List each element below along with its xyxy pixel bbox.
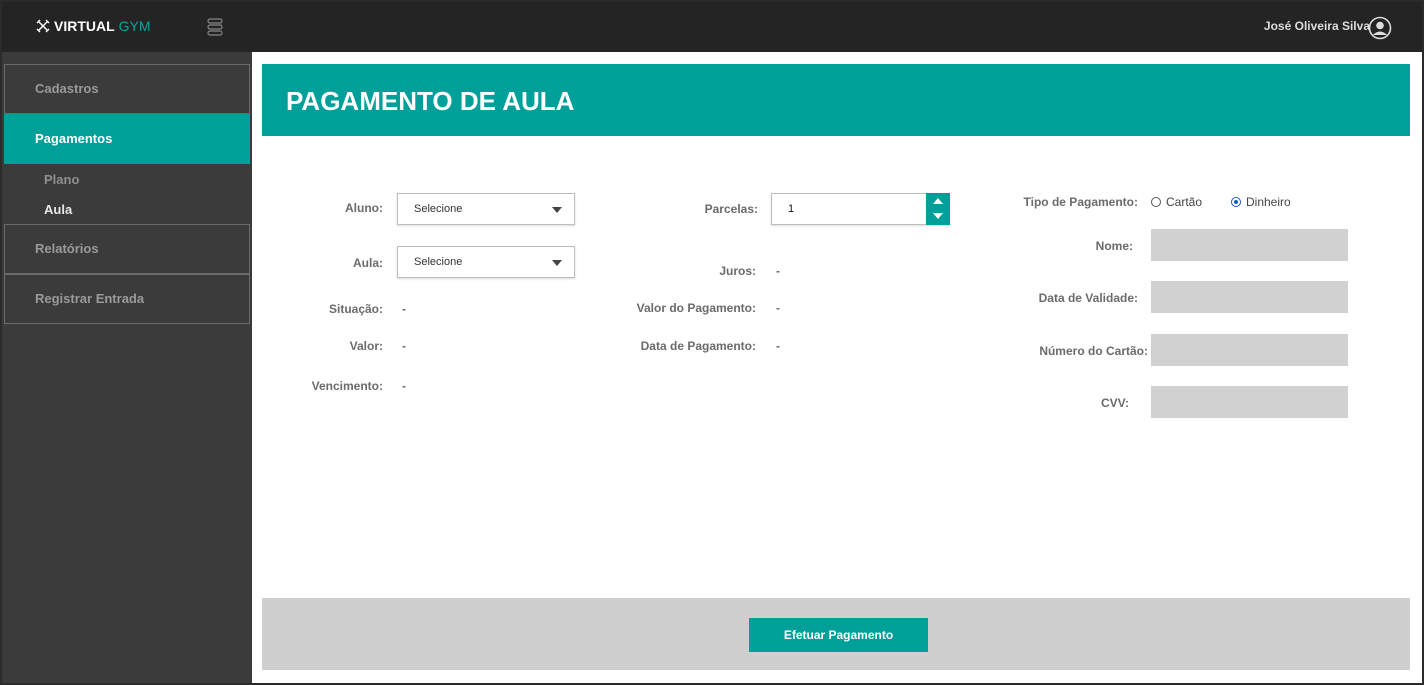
parcelas-stepper[interactable] — [926, 193, 950, 225]
dumbbell-logo-icon — [36, 19, 50, 33]
aluno-select-value: Selecione — [414, 203, 463, 215]
aula-select-value: Selecione — [414, 256, 463, 268]
cvv-input[interactable] — [1151, 386, 1348, 418]
efetuar-pagamento-button[interactable]: Efetuar Pagamento — [749, 618, 928, 652]
juros-label: Juros: — [719, 264, 756, 278]
radio-checked-icon[interactable] — [1231, 197, 1241, 207]
sidebar: Cadastros Pagamentos Plano Aula Relatóri… — [2, 52, 252, 683]
chevron-down-icon — [552, 260, 562, 266]
valor-pagamento-value: - — [776, 301, 780, 315]
radio-cartao-label[interactable]: Cartão — [1166, 195, 1202, 209]
vencimento-value: - — [402, 379, 406, 393]
decrement-arrow-icon[interactable] — [933, 213, 943, 219]
aluno-label: Aluno: — [345, 201, 383, 215]
user-avatar-icon[interactable] — [1368, 16, 1392, 40]
valor-value: - — [402, 339, 406, 353]
situacao-value: - — [402, 302, 406, 316]
valor-label: Valor: — [349, 339, 383, 353]
numero-cartao-input[interactable] — [1151, 334, 1348, 366]
aluno-select[interactable]: Selecione — [397, 193, 575, 225]
data-pagamento-label: Data de Pagamento: — [640, 339, 756, 353]
data-validade-label: Data de Validade: — [1038, 291, 1138, 305]
sidebar-item-registrar-entrada[interactable]: Registrar Entrada — [4, 274, 250, 324]
data-validade-input[interactable] — [1151, 281, 1348, 313]
radio-cartao[interactable]: Cartão — [1151, 195, 1202, 209]
vencimento-label: Vencimento: — [311, 379, 383, 393]
sidebar-subitem-plano[interactable]: Plano — [44, 172, 79, 187]
data-pagamento-value: - — [776, 339, 780, 353]
parcelas-input[interactable]: 1 — [771, 193, 950, 225]
increment-arrow-icon[interactable] — [933, 198, 943, 204]
radio-dinheiro[interactable]: Dinheiro — [1231, 195, 1291, 209]
sidebar-item-cadastros[interactable]: Cadastros — [4, 64, 250, 114]
valor-pagamento-label: Valor do Pagamento: — [636, 301, 756, 315]
page-title: PAGAMENTO DE AULA — [286, 86, 575, 116]
parcelas-label: Parcelas: — [704, 202, 758, 216]
page-header: PAGAMENTO DE AULA — [262, 64, 1410, 136]
sidebar-item-relatorios[interactable]: Relatórios — [4, 224, 250, 274]
user-name[interactable]: José Oliveira Silva — [1264, 19, 1370, 33]
logo-text-virtual: VIRTUAL — [54, 18, 115, 34]
app-logo[interactable]: VIRTUAL GYM — [36, 18, 151, 34]
chevron-down-icon — [552, 207, 562, 213]
radio-dinheiro-label[interactable]: Dinheiro — [1246, 195, 1291, 209]
hamburger-menu-icon[interactable] — [207, 18, 223, 36]
nome-input[interactable] — [1151, 229, 1348, 261]
numero-cartao-label: Número do Cartão: — [1039, 344, 1148, 358]
nome-label: Nome: — [1095, 239, 1133, 253]
aula-label: Aula: — [353, 256, 383, 270]
cvv-label: CVV: — [1100, 396, 1129, 410]
top-bar: VIRTUAL GYM José Oliveira Silva — [2, 2, 1422, 52]
sidebar-subitem-aula[interactable]: Aula — [44, 202, 72, 217]
juros-value: - — [776, 264, 780, 278]
sidebar-item-pagamentos[interactable]: Pagamentos — [4, 114, 250, 164]
tipo-pagamento-label: Tipo de Pagamento: — [1023, 195, 1138, 209]
situacao-label: Situação: — [328, 302, 383, 316]
radio-unchecked-icon[interactable] — [1151, 197, 1161, 207]
logo-text-gym: GYM — [118, 18, 151, 34]
aula-select[interactable]: Selecione — [397, 246, 575, 278]
